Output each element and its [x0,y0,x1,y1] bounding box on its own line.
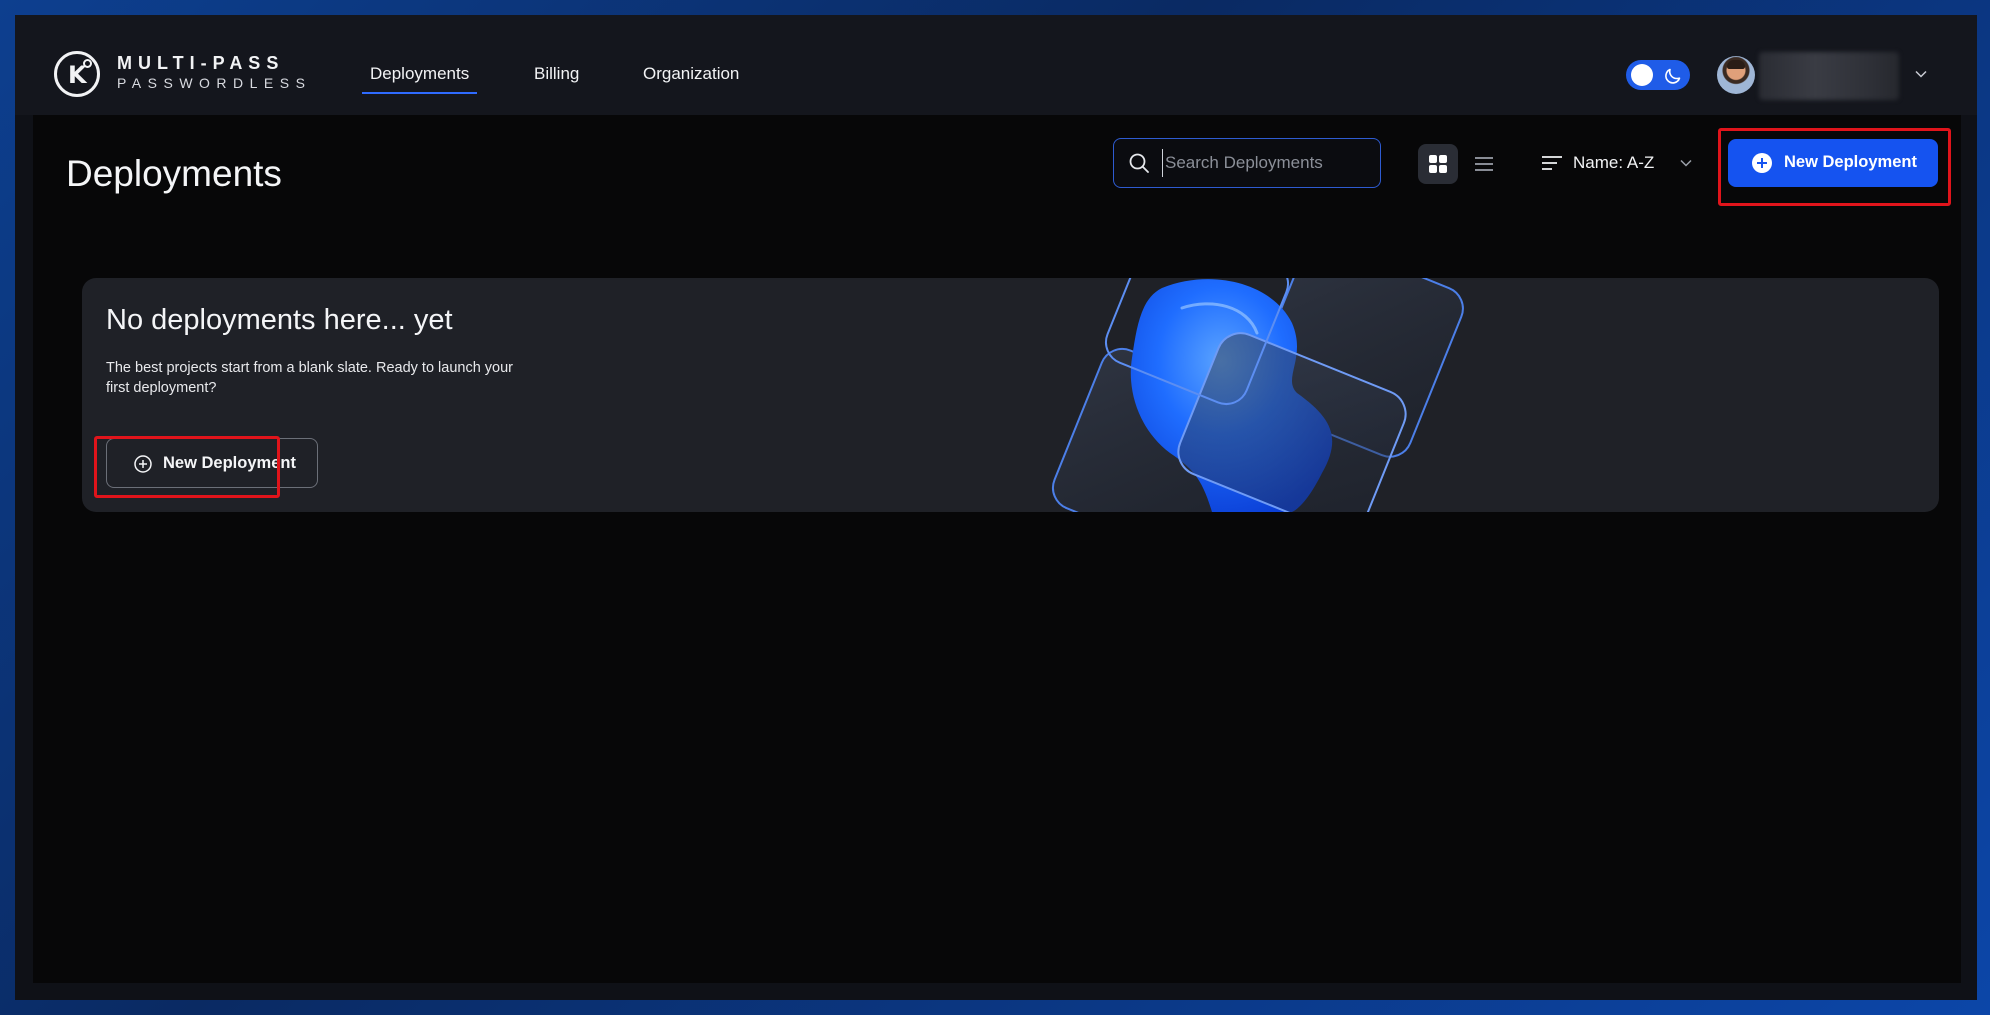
empty-state-description: The best projects start from a blank sla… [106,360,514,396]
grid-icon [1429,155,1447,173]
app-window: K MULTI-PASS PASSWORDLESS Deployments Bi… [15,15,1977,1000]
main-content: Deployments Name: A-Z [33,115,1961,983]
top-navigation: K MULTI-PASS PASSWORDLESS Deployments Bi… [15,15,1977,115]
theme-toggle[interactable] [1626,60,1690,90]
decorative-glass-illustration [1051,278,1464,512]
empty-state-card: No deployments here... yet The best proj… [82,278,1939,512]
sort-icon [1542,156,1562,170]
nav-deployments[interactable]: Deployments [361,64,478,94]
page-title: Deployments [66,153,282,194]
plus-circle-icon [134,455,152,473]
logo-mark-icon: K [54,51,100,97]
brand-logo[interactable]: K MULTI-PASS PASSWORDLESS [54,51,324,101]
new-deployment-label: New Deployment [1784,153,1917,171]
chevron-down-icon[interactable] [1914,67,1928,81]
empty-state-title: No deployments here... yet [106,304,453,336]
avatar[interactable] [1717,56,1755,94]
search-box[interactable] [1113,138,1381,188]
search-icon [1129,153,1149,173]
empty-state-new-deployment-button[interactable]: New Deployment [106,438,318,488]
user-name-redacted[interactable] [1759,52,1899,100]
plus-circle-icon [1752,153,1772,173]
sort-dropdown[interactable]: Name: A-Z [1541,149,1701,179]
grid-view-button[interactable] [1418,144,1458,184]
chevron-down-icon [1680,159,1692,167]
list-view-button[interactable] [1464,144,1504,184]
brand-subtitle: PASSWORDLESS [117,75,312,91]
list-icon [1475,157,1493,171]
sort-label: Name: A-Z [1573,153,1655,172]
search-input[interactable] [1162,149,1362,177]
toggle-knob [1631,64,1653,86]
nav-billing[interactable]: Billing [534,64,579,84]
brand-title: MULTI-PASS [117,53,285,73]
empty-state-button-label: New Deployment [163,454,296,472]
moon-icon [1665,68,1681,84]
nav-organization[interactable]: Organization [643,64,739,84]
new-deployment-button[interactable]: New Deployment [1728,139,1938,187]
